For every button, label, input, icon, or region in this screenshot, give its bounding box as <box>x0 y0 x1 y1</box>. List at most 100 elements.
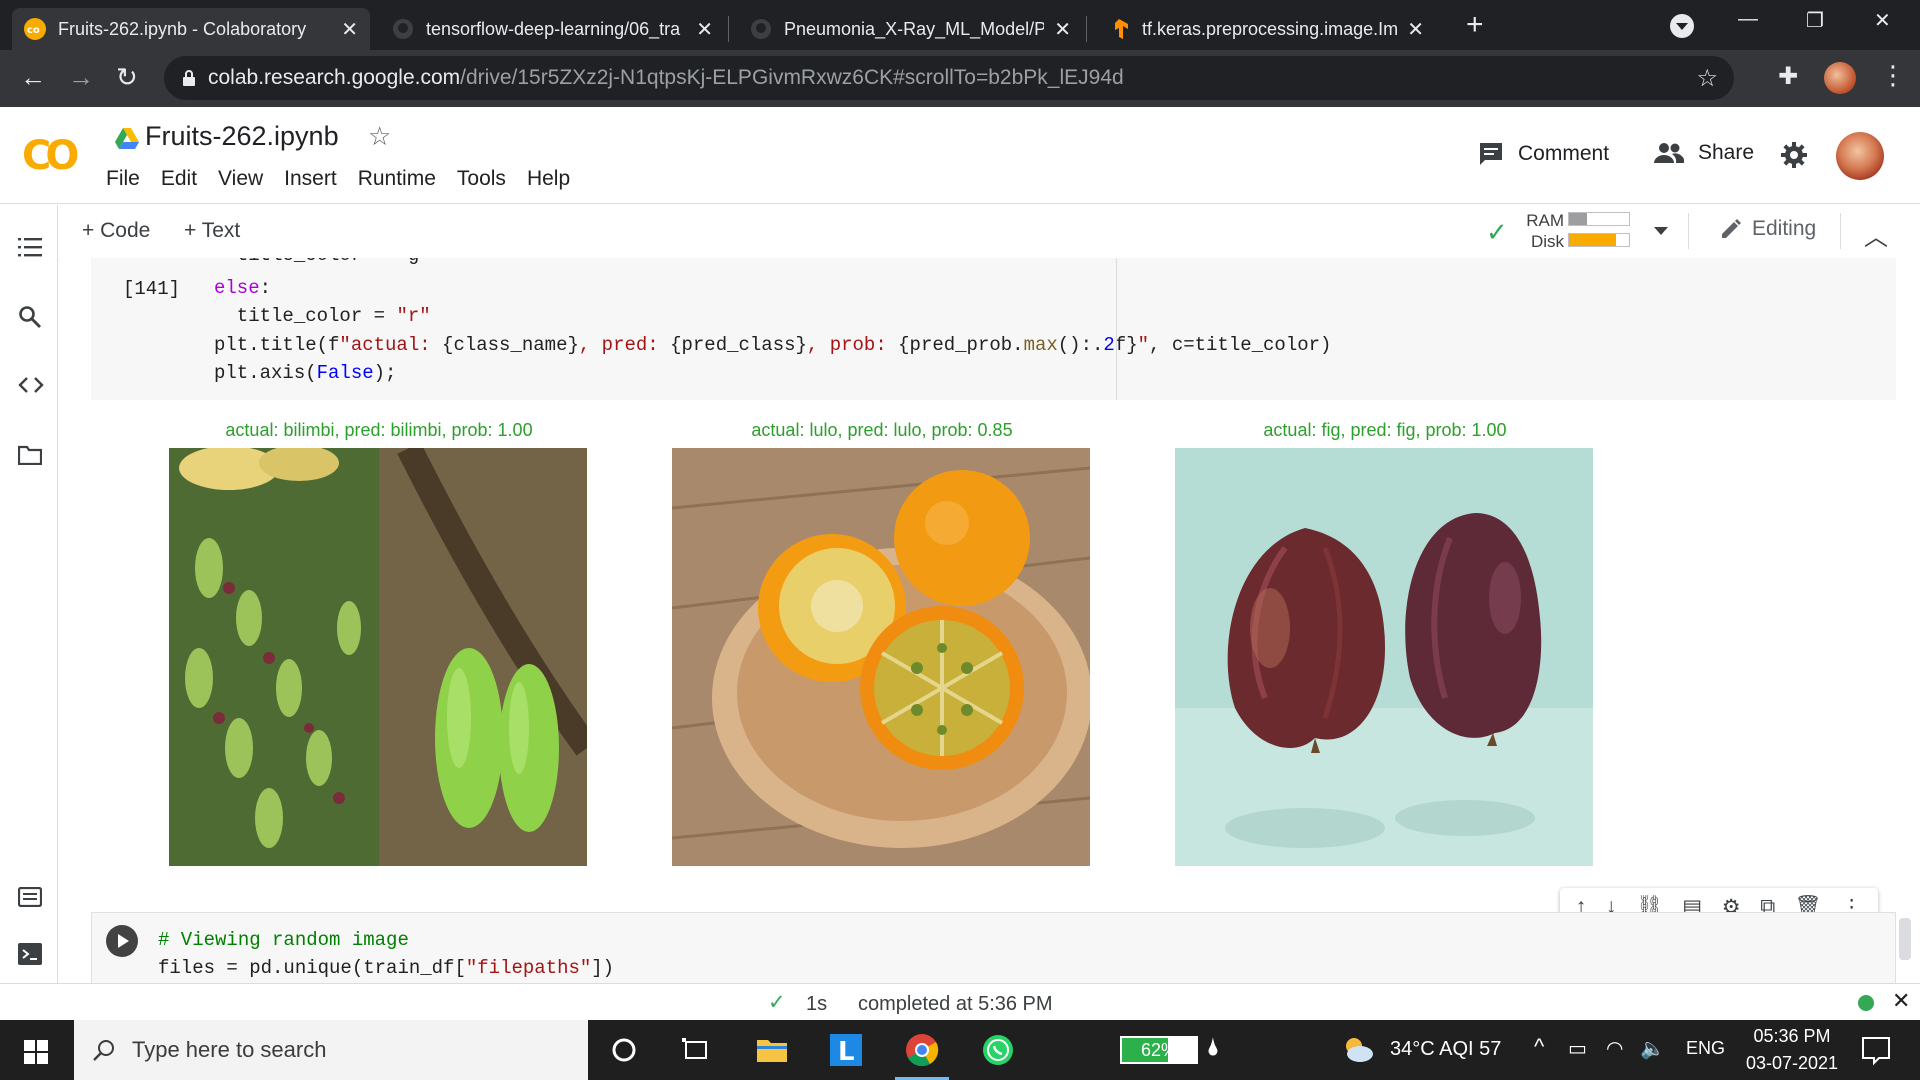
tab-title: tf.keras.preprocessing.image.Ima <box>1142 18 1398 39</box>
add-text-cell-button[interactable]: + Text <box>184 219 240 243</box>
code-cell[interactable]: title_color = "g" [141] else: title_colo… <box>91 258 1896 400</box>
tab-close-icon[interactable]: ✕ <box>1054 17 1071 42</box>
code-line: files = pd.unique(train_df["filepaths"]) <box>158 957 614 979</box>
terminal-icon[interactable] <box>18 943 42 965</box>
svg-text:L: L <box>838 1037 855 1067</box>
windows-taskbar: Type here to search L 62% 🌢 34°C AQI 57 … <box>0 1020 1920 1080</box>
bookmark-star-icon[interactable]: ☆ <box>1696 64 1718 93</box>
command-palette-icon[interactable] <box>18 887 42 907</box>
fig-image <box>1175 448 1593 866</box>
star-notebook-icon[interactable]: ☆ <box>368 121 391 152</box>
minimize-icon[interactable]: — <box>1738 8 1758 31</box>
google-drive-icon[interactable] <box>114 127 140 151</box>
notifications-icon[interactable] <box>1858 1032 1894 1068</box>
lulo-image <box>672 448 1090 866</box>
disk-meter-fill <box>1569 234 1616 246</box>
connected-check-icon: ✓ <box>1486 217 1508 247</box>
new-tab-plus-icon[interactable]: + <box>1466 10 1484 40</box>
files-folder-icon[interactable] <box>18 445 42 465</box>
menu-view[interactable]: View <box>218 167 263 191</box>
search-icon[interactable] <box>18 305 42 329</box>
share-button[interactable]: Share <box>1654 141 1754 165</box>
tab-github-pneumonia[interactable]: Pneumonia_X-Ray_ML_Model/Pr ✕ <box>738 8 1083 50</box>
share-label: Share <box>1698 141 1755 164</box>
app-l-icon[interactable]: L <box>828 1032 864 1068</box>
tab-github-tf[interactable]: tensorflow-deep-learning/06_tra ✕ <box>380 8 725 50</box>
cortana-circle-icon[interactable] <box>606 1032 642 1068</box>
menu-help[interactable]: Help <box>527 167 570 191</box>
code-function: max <box>1023 334 1058 356</box>
restore-icon[interactable]: ❐ <box>1806 8 1824 33</box>
comment-button[interactable]: Comment <box>1478 141 1609 167</box>
code-string: , pred: <box>578 334 671 356</box>
code-text: files = pd.unique(train_df[ <box>158 957 466 979</box>
wifi-icon[interactable]: ◠ <box>1606 1036 1623 1061</box>
account-avatar[interactable] <box>1836 132 1884 180</box>
settings-gear-icon[interactable] <box>1780 141 1808 169</box>
address-bar[interactable]: colab.research.google.com/drive/15r5ZXz2… <box>164 56 1734 100</box>
code-keyword: else <box>214 277 260 299</box>
collapse-header-chevron-icon[interactable]: ︿ <box>1864 217 1888 252</box>
close-status-icon[interactable]: ✕ <box>1892 988 1910 1014</box>
chrome-icon[interactable] <box>904 1032 940 1068</box>
code-line: title_color = "g" <box>214 258 431 266</box>
volume-icon[interactable]: 🔈 <box>1640 1036 1665 1061</box>
windows-start-icon[interactable] <box>24 1040 48 1064</box>
clock-date[interactable]: 03-07-2021 <box>1736 1053 1848 1074</box>
scrollbar-thumb[interactable] <box>1899 918 1911 960</box>
tab-close-icon[interactable]: ✕ <box>341 17 358 42</box>
file-explorer-icon[interactable] <box>754 1032 790 1068</box>
browser-toolbar: ← → ↻ colab.research.google.com/drive/15… <box>0 50 1920 107</box>
tab-tensorflow-docs[interactable]: tf.keras.preprocessing.image.Ima ✕ <box>1096 8 1436 50</box>
pencil-icon <box>1722 219 1741 238</box>
tab-close-icon[interactable]: ✕ <box>696 17 713 42</box>
battery-meter[interactable]: 62% <box>1120 1036 1198 1064</box>
tab-title: tensorflow-deep-learning/06_tra <box>426 18 681 39</box>
tab-colab[interactable]: co Fruits-262.ipynb - Colaboratory ✕ <box>12 8 370 50</box>
browser-profile-avatar[interactable] <box>1824 62 1856 94</box>
extensions-puzzle-icon[interactable]: ✚ <box>1778 62 1798 91</box>
menu-edit[interactable]: Edit <box>161 167 197 191</box>
close-window-icon[interactable]: ✕ <box>1874 8 1891 33</box>
battery-tray-icon[interactable]: ▭ <box>1568 1036 1587 1061</box>
tab-search-dropdown-icon[interactable] <box>1670 14 1694 38</box>
code-string: , prob: <box>806 334 899 356</box>
table-of-contents-icon[interactable] <box>18 237 42 257</box>
menu-file[interactable]: File <box>106 167 140 191</box>
language-indicator[interactable]: ENG <box>1686 1038 1725 1059</box>
resources-dropdown-icon[interactable] <box>1654 227 1668 235</box>
battery-percent: 62% <box>1140 1040 1178 1060</box>
notebook-title[interactable]: Fruits-262.ipynb <box>145 121 339 152</box>
task-view-icon[interactable] <box>678 1032 714 1068</box>
taskbar-search-box[interactable]: Type here to search <box>74 1020 588 1080</box>
resource-labels[interactable]: RAM Disk <box>1516 210 1564 252</box>
ram-meter[interactable] <box>1568 212 1630 226</box>
clock-time[interactable]: 05:36 PM <box>1744 1026 1840 1047</box>
comment-icon <box>1480 143 1502 165</box>
add-code-cell-button[interactable]: + Code <box>82 219 150 243</box>
forward-arrow-icon[interactable]: → <box>68 62 94 92</box>
weather-cloud-sun-icon[interactable] <box>1340 1032 1376 1068</box>
menu-insert[interactable]: Insert <box>284 167 337 191</box>
colab-logo[interactable]: CO <box>22 133 79 179</box>
tab-close-icon[interactable]: ✕ <box>1407 17 1424 42</box>
code-string: "r" <box>396 305 431 327</box>
status-check-icon: ✓ <box>768 991 786 1014</box>
editing-mode-button[interactable]: Editing <box>1720 217 1816 241</box>
disk-meter[interactable] <box>1568 233 1630 247</box>
menu-runtime[interactable]: Runtime <box>358 167 436 191</box>
run-cell-play-icon[interactable] <box>106 925 138 957</box>
code-text: plt.axis( <box>214 362 317 384</box>
code-snippets-icon[interactable] <box>18 375 44 395</box>
url-host: colab.research.google.com <box>208 66 461 89</box>
search-placeholder: Type here to search <box>132 1037 327 1062</box>
divider <box>1840 213 1841 249</box>
browser-menu-icon[interactable]: ⋮ <box>1880 60 1906 91</box>
editing-label: Editing <box>1752 217 1817 240</box>
reload-icon[interactable]: ↻ <box>116 62 138 92</box>
tray-chevron-up-icon[interactable]: ^ <box>1534 1034 1544 1060</box>
back-arrow-icon[interactable]: ← <box>20 62 46 92</box>
whatsapp-icon[interactable] <box>980 1032 1016 1068</box>
menu-tools[interactable]: Tools <box>457 167 506 191</box>
weather-readout[interactable]: 34°C AQI 57 <box>1390 1038 1501 1061</box>
